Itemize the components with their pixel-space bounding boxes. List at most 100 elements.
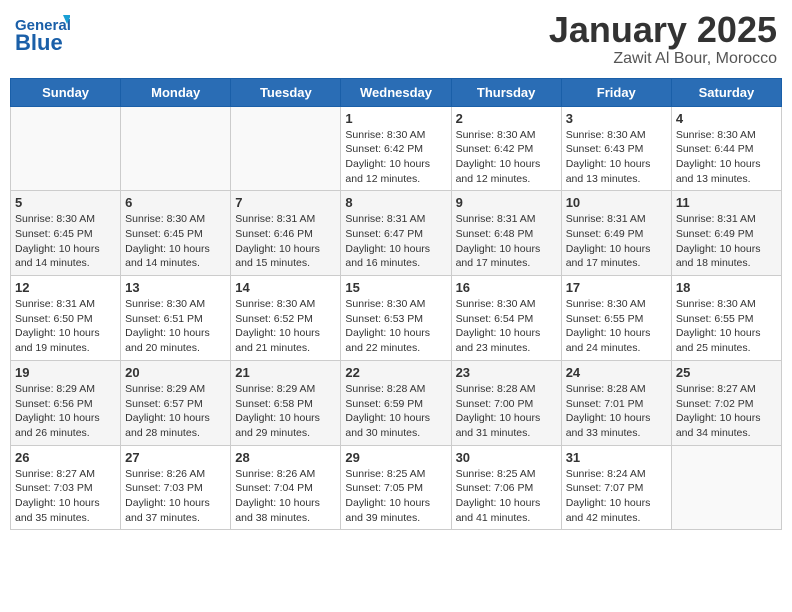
cell-content: Sunrise: 8:30 AM Sunset: 6:53 PM Dayligh… <box>345 297 446 356</box>
cell-content: Sunrise: 8:31 AM Sunset: 6:48 PM Dayligh… <box>456 212 557 271</box>
calendar-cell: 5Sunrise: 8:30 AM Sunset: 6:45 PM Daylig… <box>11 191 121 276</box>
cell-content: Sunrise: 8:30 AM Sunset: 6:51 PM Dayligh… <box>125 297 226 356</box>
cell-content: Sunrise: 8:29 AM Sunset: 6:57 PM Dayligh… <box>125 382 226 441</box>
day-number: 18 <box>676 280 777 295</box>
day-number: 30 <box>456 450 557 465</box>
calendar-cell: 13 Sunrise: 8:30 AM Sunset: 6:51 PM Dayli… <box>121 276 231 361</box>
calendar-cell: 11Sunrise: 8:31 AM Sunset: 6:49 PM Dayli… <box>671 191 781 276</box>
calendar-cell: 10 Sunrise: 8:31 AM Sunset: 6:49 PM Dayli… <box>561 191 671 276</box>
calendar-cell: 28 Sunrise: 8:26 AM Sunset: 7:04 PM Dayli… <box>231 445 341 530</box>
cell-content: Sunrise: 8:28 AM Sunset: 6:59 PM Dayligh… <box>345 382 446 441</box>
day-header-saturday: Saturday <box>671 78 781 106</box>
calendar-cell: 15 Sunrise: 8:30 AM Sunset: 6:53 PM Dayli… <box>341 276 451 361</box>
cell-content: Sunrise: 8:30 AM Sunset: 6:44 PM Dayligh… <box>676 128 777 187</box>
day-number: 13 <box>125 280 226 295</box>
calendar-header: SundayMondayTuesdayWednesdayThursdayFrid… <box>11 78 782 106</box>
day-header-friday: Friday <box>561 78 671 106</box>
day-number: 27 <box>125 450 226 465</box>
calendar-cell: 31Sunrise: 8:24 AM Sunset: 7:07 PM Dayli… <box>561 445 671 530</box>
cell-content: Sunrise: 8:30 AM Sunset: 6:52 PM Dayligh… <box>235 297 336 356</box>
cell-content: Sunrise: 8:31 AM Sunset: 6:47 PM Dayligh… <box>345 212 446 271</box>
logo: General Blue <box>15 10 70 60</box>
day-number: 19 <box>15 365 116 380</box>
cell-content: Sunrise: 8:26 AM Sunset: 7:04 PM Dayligh… <box>235 467 336 526</box>
calendar-cell: 3 Sunrise: 8:30 AM Sunset: 6:43 PM Daylig… <box>561 106 671 191</box>
cell-content: Sunrise: 8:31 AM Sunset: 6:46 PM Dayligh… <box>235 212 336 271</box>
day-number: 29 <box>345 450 446 465</box>
week-row-5: 26 Sunrise: 8:27 AM Sunset: 7:03 PM Dayli… <box>11 445 782 530</box>
calendar-cell: 1 Sunrise: 8:30 AM Sunset: 6:42 PM Daylig… <box>341 106 451 191</box>
day-number: 26 <box>15 450 116 465</box>
calendar-cell: 26 Sunrise: 8:27 AM Sunset: 7:03 PM Dayli… <box>11 445 121 530</box>
day-number: 2 <box>456 111 557 126</box>
day-number: 15 <box>345 280 446 295</box>
day-header-wednesday: Wednesday <box>341 78 451 106</box>
cell-content: Sunrise: 8:31 AM Sunset: 6:49 PM Dayligh… <box>566 212 667 271</box>
calendar-cell: 23Sunrise: 8:28 AM Sunset: 7:00 PM Dayli… <box>451 360 561 445</box>
day-number: 17 <box>566 280 667 295</box>
calendar-cell: 24Sunrise: 8:28 AM Sunset: 7:01 PM Dayli… <box>561 360 671 445</box>
cell-content: Sunrise: 8:30 AM Sunset: 6:55 PM Dayligh… <box>566 297 667 356</box>
cell-content: Sunrise: 8:26 AM Sunset: 7:03 PM Dayligh… <box>125 467 226 526</box>
day-number: 14 <box>235 280 336 295</box>
day-number: 21 <box>235 365 336 380</box>
day-number: 5 <box>15 195 116 210</box>
cell-content: Sunrise: 8:29 AM Sunset: 6:58 PM Dayligh… <box>235 382 336 441</box>
day-header-thursday: Thursday <box>451 78 561 106</box>
calendar-cell: 6 Sunrise: 8:30 AM Sunset: 6:45 PM Daylig… <box>121 191 231 276</box>
cell-content: Sunrise: 8:31 AM Sunset: 6:50 PM Dayligh… <box>15 297 116 356</box>
day-number: 23 <box>456 365 557 380</box>
day-header-tuesday: Tuesday <box>231 78 341 106</box>
cell-content: Sunrise: 8:30 AM Sunset: 6:43 PM Dayligh… <box>566 128 667 187</box>
week-row-2: 5 Sunrise: 8:30 AM Sunset: 6:45 PM Daylig… <box>11 191 782 276</box>
calendar-body: 1 Sunrise: 8:30 AM Sunset: 6:42 PM Daylig… <box>11 106 782 530</box>
calendar-cell: 22 Sunrise: 8:28 AM Sunset: 6:59 PM Dayli… <box>341 360 451 445</box>
day-header-monday: Monday <box>121 78 231 106</box>
calendar-cell: 19 Sunrise: 8:29 AM Sunset: 6:56 PM Dayli… <box>11 360 121 445</box>
cell-content: Sunrise: 8:30 AM Sunset: 6:45 PM Dayligh… <box>125 212 226 271</box>
day-number: 4 <box>676 111 777 126</box>
day-number: 6 <box>125 195 226 210</box>
calendar-cell: 9 Sunrise: 8:31 AM Sunset: 6:48 PM Daylig… <box>451 191 561 276</box>
calendar-cell: 14 Sunrise: 8:30 AM Sunset: 6:52 PM Dayli… <box>231 276 341 361</box>
day-number: 31 <box>566 450 667 465</box>
cell-content: Sunrise: 8:27 AM Sunset: 7:03 PM Dayligh… <box>15 467 116 526</box>
calendar-cell <box>231 106 341 191</box>
day-number: 3 <box>566 111 667 126</box>
cell-content: Sunrise: 8:30 AM Sunset: 6:42 PM Dayligh… <box>345 128 446 187</box>
calendar-cell: 12Sunrise: 8:31 AM Sunset: 6:50 PM Dayli… <box>11 276 121 361</box>
calendar-table: SundayMondayTuesdayWednesdayThursdayFrid… <box>10 78 782 531</box>
week-row-3: 12Sunrise: 8:31 AM Sunset: 6:50 PM Dayli… <box>11 276 782 361</box>
day-number: 8 <box>345 195 446 210</box>
calendar-cell: 21 Sunrise: 8:29 AM Sunset: 6:58 PM Dayli… <box>231 360 341 445</box>
day-number: 28 <box>235 450 336 465</box>
day-number: 1 <box>345 111 446 126</box>
cell-content: Sunrise: 8:28 AM Sunset: 7:01 PM Dayligh… <box>566 382 667 441</box>
page-header: General Blue January 2025 Zawit Al Bour,… <box>10 10 782 68</box>
calendar-cell: 30Sunrise: 8:25 AM Sunset: 7:06 PM Dayli… <box>451 445 561 530</box>
cell-content: Sunrise: 8:30 AM Sunset: 6:55 PM Dayligh… <box>676 297 777 356</box>
day-header-sunday: Sunday <box>11 78 121 106</box>
calendar-cell: 8 Sunrise: 8:31 AM Sunset: 6:47 PM Daylig… <box>341 191 451 276</box>
svg-text:Blue: Blue <box>15 30 63 55</box>
calendar-cell <box>121 106 231 191</box>
day-number: 7 <box>235 195 336 210</box>
month-year-title: January 2025 <box>549 10 777 50</box>
day-number: 16 <box>456 280 557 295</box>
cell-content: Sunrise: 8:27 AM Sunset: 7:02 PM Dayligh… <box>676 382 777 441</box>
cell-content: Sunrise: 8:29 AM Sunset: 6:56 PM Dayligh… <box>15 382 116 441</box>
day-number: 20 <box>125 365 226 380</box>
calendar-cell <box>671 445 781 530</box>
logo-svg: General Blue <box>15 10 70 60</box>
calendar-cell <box>11 106 121 191</box>
day-number: 10 <box>566 195 667 210</box>
day-number: 9 <box>456 195 557 210</box>
title-area: January 2025 Zawit Al Bour, Morocco <box>549 10 777 68</box>
calendar-cell: 18 Sunrise: 8:30 AM Sunset: 6:55 PM Dayli… <box>671 276 781 361</box>
cell-content: Sunrise: 8:31 AM Sunset: 6:49 PM Dayligh… <box>676 212 777 271</box>
calendar-cell: 17 Sunrise: 8:30 AM Sunset: 6:55 PM Dayli… <box>561 276 671 361</box>
calendar-cell: 16Sunrise: 8:30 AM Sunset: 6:54 PM Dayli… <box>451 276 561 361</box>
day-number: 22 <box>345 365 446 380</box>
days-of-week-row: SundayMondayTuesdayWednesdayThursdayFrid… <box>11 78 782 106</box>
day-number: 25 <box>676 365 777 380</box>
